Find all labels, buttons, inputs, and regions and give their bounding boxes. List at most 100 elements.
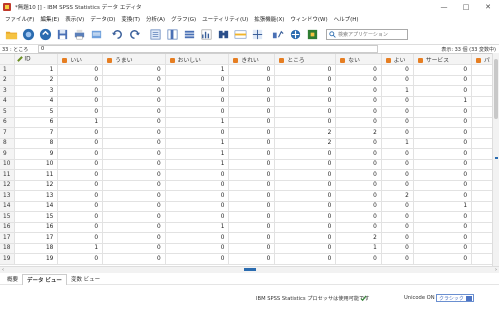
data-cell[interactable]: 0 xyxy=(381,201,414,212)
open-folder-icon[interactable] xyxy=(4,27,18,41)
data-cell[interactable]: 0 xyxy=(102,169,166,181)
data-cell[interactable]: 0 xyxy=(381,169,414,181)
data-cell[interactable]: 12 xyxy=(14,180,59,191)
data-cell[interactable]: 0 xyxy=(102,148,166,160)
data-cell[interactable]: 0 xyxy=(381,243,414,254)
data-cell[interactable]: 0 xyxy=(413,106,473,118)
row-number[interactable]: 13 xyxy=(0,190,16,202)
data-cell[interactable]: 0 xyxy=(228,117,276,128)
data-cell[interactable]: 0 xyxy=(335,64,382,76)
row-number[interactable]: 12 xyxy=(0,180,16,191)
horizontal-scrollbar[interactable]: ‹ › xyxy=(0,266,499,273)
data-cell[interactable]: 0 xyxy=(102,106,166,118)
data-cell[interactable]: 2 xyxy=(335,232,382,244)
data-cell[interactable]: 0 xyxy=(102,253,166,265)
data-cell[interactable]: 0 xyxy=(413,180,473,191)
menu-help[interactable]: ヘルプ(H) xyxy=(331,15,362,23)
data-cell[interactable]: 0 xyxy=(413,127,473,139)
data-cell[interactable]: 1 xyxy=(14,64,59,76)
data-cell[interactable]: 0 xyxy=(228,159,276,170)
column-header[interactable]: よい xyxy=(381,54,414,65)
data-cell[interactable]: 0 xyxy=(381,75,414,86)
data-cell[interactable]: 0 xyxy=(165,253,230,265)
menu-file[interactable]: ファイル(F) xyxy=(2,15,37,23)
data-cell[interactable]: 0 xyxy=(102,159,166,170)
menu-graphs[interactable]: グラフ(G) xyxy=(168,15,199,23)
data-cell[interactable]: 0 xyxy=(228,253,276,265)
minimize-button[interactable]: — xyxy=(433,0,455,14)
menu-transform[interactable]: 変換(T) xyxy=(118,15,143,23)
data-cell[interactable]: 2 xyxy=(381,190,414,202)
data-cell[interactable]: 0 xyxy=(228,169,276,181)
data-cell[interactable]: 18 xyxy=(14,243,59,254)
run-descriptives-icon[interactable] xyxy=(199,27,213,41)
data-cell[interactable]: 1 xyxy=(165,138,230,149)
data-cell[interactable]: 0 xyxy=(228,232,276,244)
data-cell[interactable]: 0 xyxy=(381,64,414,76)
menu-data[interactable]: データ(D) xyxy=(87,15,118,23)
data-cell[interactable]: 0 xyxy=(274,190,337,202)
data-cell[interactable]: 0 xyxy=(413,253,473,265)
row-number[interactable]: 3 xyxy=(0,85,16,97)
data-cell[interactable]: 0 xyxy=(228,127,276,139)
data-cell[interactable]: 0 xyxy=(228,222,276,233)
scroll-right-arrow-icon[interactable]: › xyxy=(495,267,497,273)
data-cell[interactable]: 1 xyxy=(165,148,230,160)
row-number[interactable]: 8 xyxy=(0,138,16,149)
data-cell[interactable]: 2 xyxy=(14,75,59,86)
data-cell[interactable]: 0 xyxy=(102,64,166,76)
data-cell[interactable]: 0 xyxy=(381,96,414,107)
data-cell[interactable]: 1 xyxy=(57,117,104,128)
data-cell[interactable]: 0 xyxy=(274,159,337,170)
data-cell[interactable]: 0 xyxy=(57,222,104,233)
data-cell[interactable]: 16 xyxy=(14,222,59,233)
data-cell[interactable]: 15 xyxy=(14,211,59,223)
data-grid[interactable]: ID いい うまい おいしい きれい ところ ない よい サービス パ 1100… xyxy=(0,53,499,266)
data-cell[interactable]: 0 xyxy=(413,211,473,223)
recall-icon[interactable] xyxy=(38,27,52,41)
column-header[interactable]: ところ xyxy=(274,54,337,65)
data-cell[interactable]: 0 xyxy=(381,159,414,170)
data-cell[interactable]: 0 xyxy=(274,106,337,118)
data-cell[interactable]: 0 xyxy=(165,169,230,181)
data-cell[interactable]: 7 xyxy=(14,127,59,139)
data-cell[interactable]: 0 xyxy=(413,85,473,97)
data-cell[interactable]: 0 xyxy=(335,96,382,107)
redo-icon[interactable] xyxy=(127,27,141,41)
cell-value-input[interactable]: 0 xyxy=(38,45,378,53)
row-number[interactable]: 7 xyxy=(0,127,16,139)
column-header[interactable]: サービス xyxy=(413,54,473,65)
data-cell[interactable]: 5 xyxy=(14,106,59,118)
maximize-button[interactable]: □ xyxy=(455,0,477,14)
menu-edit[interactable]: 編集(E) xyxy=(37,15,62,23)
data-cell[interactable]: 4 xyxy=(14,96,59,107)
tab-overview[interactable]: 概要 xyxy=(3,274,22,284)
data-cell[interactable]: 0 xyxy=(102,190,166,202)
data-cell[interactable]: 0 xyxy=(57,180,104,191)
data-cell[interactable]: 2 xyxy=(274,138,337,149)
data-cell[interactable]: 0 xyxy=(274,169,337,181)
data-cell[interactable]: 0 xyxy=(228,106,276,118)
data-cell[interactable]: 8 xyxy=(14,138,59,149)
data-cell[interactable]: 1 xyxy=(381,85,414,97)
data-cell[interactable]: 0 xyxy=(335,222,382,233)
row-number[interactable]: 9 xyxy=(0,148,16,160)
data-cell[interactable]: 3 xyxy=(14,85,59,97)
tab-data-view[interactable]: データ ビュー xyxy=(22,273,67,285)
data-cell[interactable]: 0 xyxy=(413,75,473,86)
data-cell[interactable]: 0 xyxy=(274,117,337,128)
data-cell[interactable]: 2 xyxy=(335,127,382,139)
custom-icon[interactable] xyxy=(305,27,319,41)
data-cell[interactable]: 0 xyxy=(57,64,104,76)
data-cell[interactable]: 11 xyxy=(14,169,59,181)
data-cell[interactable]: 0 xyxy=(335,253,382,265)
dialog-recall-icon[interactable] xyxy=(89,27,103,41)
find-icon[interactable] xyxy=(216,27,230,41)
menu-extensions[interactable]: 拡張機能(X) xyxy=(251,15,287,23)
data-cell[interactable]: 1 xyxy=(413,201,473,212)
data-cell[interactable]: 0 xyxy=(274,211,337,223)
column-header[interactable]: ない xyxy=(335,54,382,65)
goto-case-icon[interactable] xyxy=(148,27,162,41)
data-cell[interactable]: 0 xyxy=(102,96,166,107)
classic-mode-toggle[interactable]: クラシック xyxy=(436,294,474,302)
